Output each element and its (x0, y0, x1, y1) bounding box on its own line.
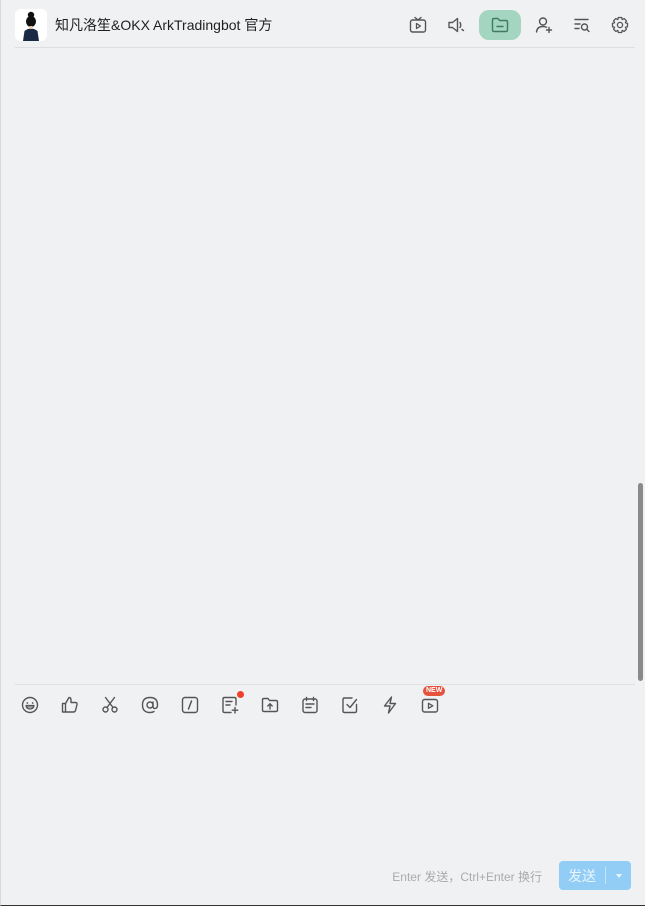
folder-icon (491, 17, 509, 33)
send-label: 发送 (568, 867, 596, 884)
settings-button[interactable] (605, 10, 635, 40)
upload-file-button[interactable] (259, 694, 281, 716)
announcement-icon (448, 17, 465, 33)
chat-window: 知凡洛笙&OKX ArkTradingbot 官方 NEW Enter 发送，C… (0, 0, 645, 906)
slash-command-button[interactable] (179, 694, 201, 716)
chat-header: 知凡洛笙&OKX ArkTradingbot 官方 (15, 0, 635, 48)
live-stream-icon (409, 16, 427, 33)
folder-upload-icon (261, 697, 279, 713)
new-badge: NEW (423, 686, 446, 696)
task-button[interactable] (339, 694, 361, 716)
note-add-button[interactable] (219, 691, 244, 716)
message-input[interactable] (15, 724, 635, 854)
at-mention-icon (141, 696, 159, 714)
avatar[interactable] (15, 9, 47, 41)
slash-command-icon (181, 696, 199, 714)
emoji-icon (21, 696, 39, 714)
message-list[interactable] (15, 49, 635, 684)
header-toolbar (395, 10, 635, 40)
calendar-button[interactable] (299, 694, 321, 716)
files-button[interactable] (479, 10, 521, 40)
announcement-button[interactable] (441, 10, 471, 40)
quick-reply-button[interactable] (379, 694, 401, 716)
add-member-icon (535, 17, 553, 34)
mention-button[interactable] (139, 694, 161, 716)
person-avatar-icon (15, 9, 47, 41)
notification-dot (237, 691, 244, 698)
send-hint: Enter 发送，Ctrl+Enter 换行 (392, 870, 542, 884)
calendar-icon (302, 696, 318, 714)
screenshot-button[interactable] (99, 694, 121, 716)
video-button[interactable]: NEW (419, 686, 446, 716)
scissors-icon (102, 696, 118, 713)
send-options-button[interactable] (606, 861, 631, 890)
send-button[interactable]: 发送 (559, 861, 631, 890)
note-add-icon (222, 696, 239, 714)
chat-title: 知凡洛笙&OKX ArkTradingbot 官方 (55, 17, 273, 33)
lightning-icon (383, 696, 397, 714)
live-stream-button[interactable] (403, 10, 433, 40)
video-icon (421, 698, 439, 713)
emoji-button[interactable] (19, 694, 41, 716)
like-icon (61, 696, 78, 713)
search-history-icon (574, 18, 590, 33)
search-history-button[interactable] (567, 10, 597, 40)
like-button[interactable] (59, 694, 81, 716)
task-check-icon (342, 697, 358, 714)
add-member-button[interactable] (529, 10, 559, 40)
settings-gear-icon (611, 16, 629, 34)
chevron-down-icon (615, 873, 622, 878)
message-scrollbar[interactable] (638, 483, 643, 681)
composer-toolbar: NEW (15, 684, 635, 724)
